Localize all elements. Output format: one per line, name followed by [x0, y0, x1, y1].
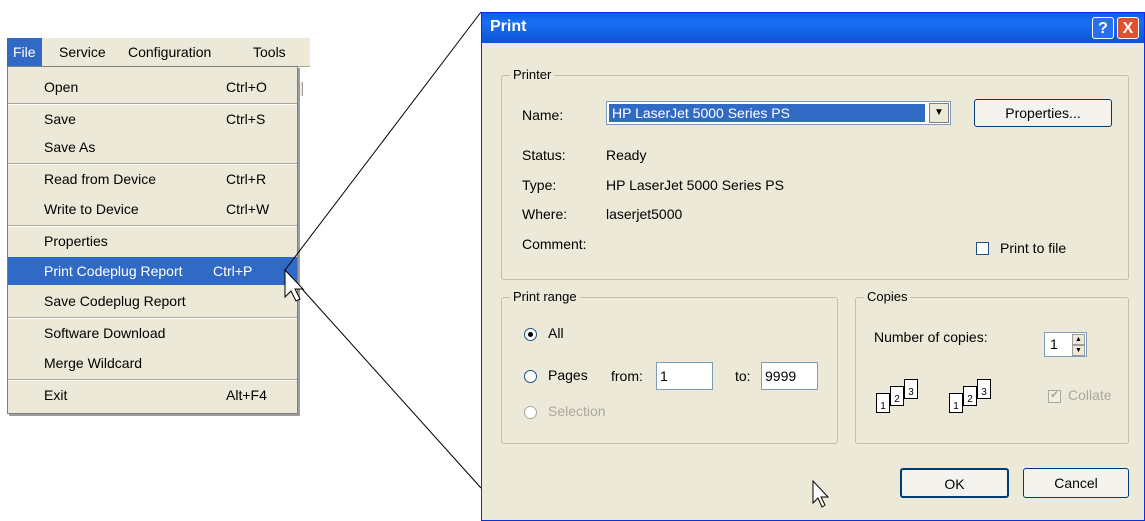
- menu-item-label: Write to Device: [44, 201, 139, 217]
- menu-item-shortcut: Ctrl+S: [226, 111, 266, 127]
- menu-item-label: Open: [44, 79, 79, 95]
- menu-item-print-codeplug-report[interactable]: Print Codeplug Report Ctrl+P: [8, 257, 297, 285]
- cancel-button[interactable]: Cancel: [1023, 468, 1129, 498]
- menu-item-save-as[interactable]: Save As: [8, 133, 297, 161]
- mouse-pointer-icon: [812, 480, 830, 508]
- print-dialog: Print ? X Printer Name: HP LaserJet 5000…: [481, 12, 1145, 521]
- menu-item-label: Merge Wildcard: [44, 355, 143, 371]
- menu-item-merge-wildcard[interactable]: Merge Wildcard: [8, 349, 297, 377]
- all-label: All: [548, 325, 564, 341]
- menu-item-shortcut: Ctrl+P: [213, 263, 253, 279]
- page-2: 2: [890, 386, 904, 406]
- file-menu-dropdown: Open Ctrl+O Save Ctrl+S Save As Read fro…: [7, 66, 298, 414]
- menu-bar: File Service Configuration Tools: [7, 37, 310, 67]
- page-3: 3: [904, 379, 918, 399]
- name-label: Name:: [522, 107, 564, 123]
- type-value: HP LaserJet 5000 Series PS: [606, 177, 784, 193]
- menu-item-label: Properties: [44, 233, 108, 249]
- spin-down-icon[interactable]: ▼: [1072, 345, 1085, 356]
- close-button[interactable]: X: [1117, 17, 1139, 39]
- page-1: 1: [949, 393, 963, 413]
- to-input[interactable]: 9999: [761, 362, 818, 390]
- collate-pages-icon: 3 2 1: [949, 379, 1007, 427]
- printer-name-select[interactable]: HP LaserJet 5000 Series PS ▼: [606, 101, 951, 125]
- page-1: 1: [876, 393, 890, 413]
- collate-pages-icon: 3 2 1: [876, 379, 934, 427]
- menu-configuration[interactable]: Configuration: [122, 38, 217, 66]
- to-label: to:: [735, 368, 751, 384]
- callout-line-top: [284, 11, 482, 271]
- menu-item-open[interactable]: Open Ctrl+O: [8, 73, 297, 101]
- menu-file[interactable]: File: [7, 38, 42, 66]
- menu-item-exit[interactable]: Exit Alt+F4: [8, 381, 297, 409]
- menu-item-shortcut: Alt+F4: [226, 387, 267, 403]
- from-input[interactable]: 1: [656, 362, 713, 390]
- pages-label: Pages: [548, 367, 588, 383]
- dialog-title: Print: [490, 18, 527, 35]
- collate-checkbox[interactable]: ✔: [1048, 389, 1061, 403]
- where-value: laserjet5000: [606, 206, 683, 222]
- ok-button[interactable]: OK: [900, 468, 1009, 498]
- print-to-file-checkbox[interactable]: [976, 242, 989, 255]
- copies-group-label: Copies: [864, 289, 911, 304]
- radio-selection[interactable]: [524, 406, 537, 419]
- copies-value: 1: [1050, 336, 1058, 352]
- menu-item-label: Print Codeplug Report: [44, 263, 183, 279]
- print-range-group-label: Print range: [510, 289, 580, 304]
- menu-item-label: Save Codeplug Report: [44, 293, 186, 309]
- menu-item-label: Exit: [44, 387, 68, 403]
- menu-item-read-from-device[interactable]: Read from Device Ctrl+R: [8, 165, 297, 193]
- comment-label: Comment:: [522, 236, 587, 252]
- menu-item-label: Read from Device: [44, 171, 157, 187]
- properties-button[interactable]: Properties...: [974, 99, 1112, 127]
- printer-group-label: Printer: [510, 67, 555, 82]
- radio-pages[interactable]: [524, 370, 537, 383]
- printer-name-value: HP LaserJet 5000 Series PS: [609, 104, 925, 122]
- radio-all[interactable]: [524, 328, 537, 341]
- menu-item-write-to-device[interactable]: Write to Device Ctrl+W: [8, 195, 297, 223]
- page-3: 3: [977, 379, 991, 399]
- callout-line-bottom: [284, 269, 482, 489]
- number-of-copies-label: Number of copies:: [874, 329, 988, 345]
- from-label: from:: [611, 368, 643, 384]
- menu-tools[interactable]: Tools: [247, 38, 292, 66]
- print-to-file-label: Print to file: [1000, 240, 1067, 256]
- menu-item-shortcut: Ctrl+W: [226, 201, 270, 217]
- menu-item-properties[interactable]: Properties: [8, 227, 297, 255]
- type-label: Type:: [522, 177, 557, 193]
- collate-label: Collate: [1068, 387, 1112, 403]
- copies-spinner[interactable]: 1 ▲ ▼: [1044, 332, 1087, 357]
- menu-item-shortcut: Ctrl+O: [226, 79, 267, 95]
- menu-service[interactable]: Service: [53, 38, 112, 66]
- status-value: Ready: [606, 147, 647, 163]
- menu-item-label: Save As: [44, 139, 96, 155]
- menu-item-save-codeplug-report[interactable]: Save Codeplug Report: [8, 287, 297, 315]
- help-button[interactable]: ?: [1092, 17, 1114, 39]
- menu-item-shortcut: Ctrl+R: [226, 171, 267, 187]
- menu-item-save[interactable]: Save Ctrl+S: [8, 105, 297, 133]
- where-label: Where:: [522, 206, 568, 222]
- menu-item-label: Save: [44, 111, 76, 127]
- spin-up-icon[interactable]: ▲: [1072, 334, 1085, 345]
- chevron-down-icon[interactable]: ▼: [929, 103, 949, 123]
- status-label: Status:: [522, 147, 566, 163]
- title-bar: Print ? X: [482, 13, 1144, 43]
- menu-item-label: Software Download: [44, 325, 166, 341]
- selection-label: Selection: [548, 403, 606, 419]
- page-2: 2: [963, 386, 977, 406]
- menu-item-software-download[interactable]: Software Download: [8, 319, 297, 347]
